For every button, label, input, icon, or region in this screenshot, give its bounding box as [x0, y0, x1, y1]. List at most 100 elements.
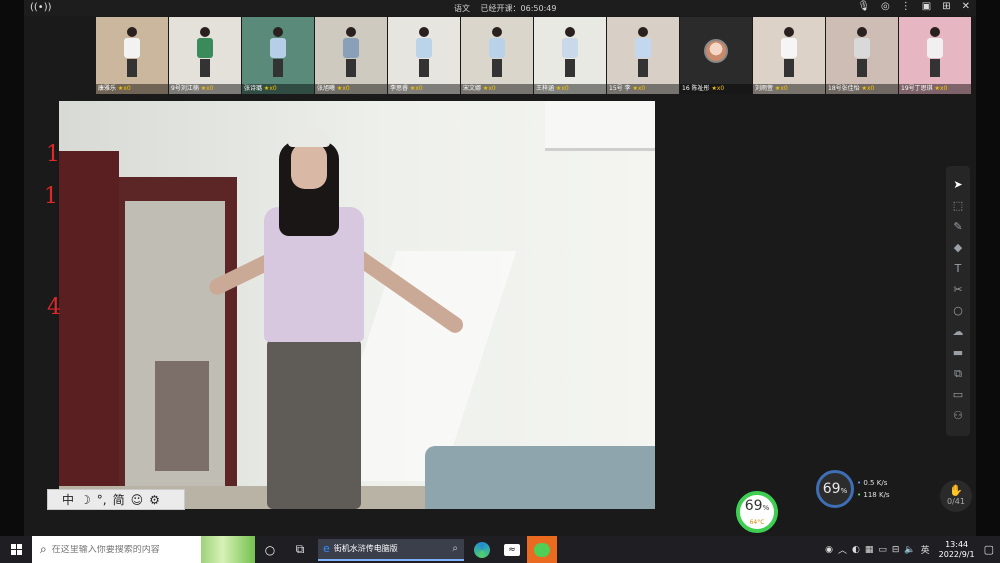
settings-icon[interactable]: ⚙ [149, 493, 160, 507]
ime-language[interactable]: 英 [921, 543, 930, 556]
star-icon: ★ [709, 85, 717, 92]
class-info: 语文 已经开课：06:50:49 [454, 3, 564, 14]
tray-color-icon[interactable]: ▦ [865, 545, 874, 555]
ime-punctuation[interactable]: °, [97, 493, 107, 507]
student-name-caption: 康雅乐 ★x0 [96, 84, 168, 94]
student-thumbnail[interactable]: 王梓涵 ★x0 [534, 17, 606, 94]
ime-toolbar[interactable]: 中 ☽ °, 简 ☺ ⚙ [47, 489, 185, 510]
eraser-icon[interactable]: ◆ [950, 239, 966, 257]
tray-chevron-icon[interactable]: ︿ [838, 543, 847, 556]
cloud-icon[interactable]: ☁ [950, 323, 966, 341]
wechat-pin[interactable] [527, 536, 557, 563]
raise-hand-button[interactable]: ✋ 0/41 [940, 480, 972, 512]
student-figure [416, 27, 432, 77]
student-thumbnail[interactable]: 李思睿 ★x0 [388, 17, 460, 94]
student-name-caption: 王梓涵 ★x0 [534, 84, 606, 94]
student-name-caption: 19号丁思琪 ★x0 [899, 84, 971, 94]
student-thumbnail[interactable]: 张旭曦 ★x0 [315, 17, 387, 94]
student-thumbnail[interactable]: 15号 李 ★x0 [607, 17, 679, 94]
screenshot-icon[interactable]: ⧉ [950, 365, 966, 383]
student-thumbnail[interactable]: 刘雨萱 ★x0 [753, 17, 825, 94]
notification-icon[interactable]: ▢ [984, 543, 994, 556]
taskbar-app-browser[interactable]: e 街机水浒传电脑版 ⌕ [318, 538, 464, 561]
search-input[interactable] [51, 544, 202, 555]
record-icon[interactable]: ▭ [950, 386, 966, 404]
star-icon: ★ [630, 85, 638, 92]
highlighter-icon[interactable]: ✎ [950, 218, 966, 236]
toolbox-icon[interactable]: ▬ [950, 344, 966, 362]
windows-taskbar: ⌕ ○ ⧉ e 街机水浒传电脑版 ⌕ ≈ ◉ ︿ ◐ ▦ ▭ ⊟ 🔈 英 13:… [0, 536, 1000, 563]
emoji-icon[interactable]: ☺ [131, 493, 144, 507]
close-icon[interactable]: ✕ [962, 1, 970, 12]
app-window: ((•)) 语文 已经开课：06:50:49 🎙 ◎ ⋮ ▣ ⊞ ✕ 康雅乐 ★… [0, 0, 1000, 563]
student-name: 宋文娜 [463, 85, 482, 92]
student-name-caption: 16 陈祉彤 ★x0 [680, 84, 752, 94]
classroom-app-pin[interactable]: ≈ [497, 536, 527, 563]
shape-icon[interactable]: ○ [950, 302, 966, 320]
student-thumbnail[interactable]: 9号刘江楠 ★x0 [169, 17, 241, 94]
cpu-gauge[interactable]: 69% 64°C [736, 491, 778, 533]
right-border [976, 0, 1000, 536]
drawing-toolbar: ➤ ⬚ ✎ ◆ T ✂ ○ ☁ ▬ ⧉ ▭ ⚇ [946, 166, 970, 436]
student-name-caption: 9号刘江楠 ★x0 [169, 84, 241, 94]
download-arrow-icon: • [857, 491, 862, 499]
student-figure [562, 27, 578, 77]
users-icon[interactable]: ⚇ [950, 407, 966, 425]
student-thumbnail[interactable]: 张诗璐 ★x0 [242, 17, 314, 94]
system-tray: ◉ ︿ ◐ ▦ ▭ ⊟ 🔈 英 13:44 2022/9/1 ▢ [825, 540, 1000, 560]
student-name-caption: 李思睿 ★x0 [388, 84, 460, 94]
tray-security-icon[interactable]: ◐ [852, 545, 860, 555]
student-figure [781, 27, 797, 77]
cortana-icon[interactable]: ○ [255, 536, 285, 563]
ime-simplified[interactable]: 简 [113, 491, 125, 508]
scissors-icon[interactable]: ✂ [950, 281, 966, 299]
taskbar-search[interactable]: ⌕ [32, 536, 255, 563]
student-name: 李思睿 [390, 85, 409, 92]
student-thumbnail[interactable]: 18号张佳怡 ★x0 [826, 17, 898, 94]
upload-unit: K/s [876, 479, 888, 487]
title-bar: ((•)) 语文 已经开课：06:50:49 🎙 ◎ ⋮ ▣ ⊞ ✕ [24, 0, 976, 16]
student-thumbnail[interactable]: 康雅乐 ★x0 [96, 17, 168, 94]
student-name: 张诗璐 [244, 85, 263, 92]
star-count: x0 [939, 85, 948, 92]
broadcast-icon[interactable]: ((•)) [30, 2, 52, 13]
select-icon[interactable]: ⬚ [950, 197, 966, 215]
star-count: x0 [123, 85, 131, 92]
task-view-icon[interactable]: ⧉ [285, 536, 315, 563]
student-thumbnail[interactable]: 宋文娜 ★x0 [461, 17, 533, 94]
video-shelf [155, 361, 209, 471]
grid-icon[interactable]: ⊞ [942, 1, 950, 12]
student-thumbnail[interactable]: 19号丁思琪 ★x0 [899, 17, 971, 94]
hand-icon: ✋ [949, 484, 963, 497]
student-figure [635, 27, 651, 77]
cursor-icon[interactable]: ➤ [950, 176, 966, 194]
left-border [0, 0, 24, 536]
subject-label: 语文 [454, 4, 470, 13]
volume-icon[interactable]: 🔈 [904, 545, 915, 555]
windows-logo-icon [10, 544, 22, 555]
wechat-icon [534, 542, 550, 557]
text-icon[interactable]: T [950, 260, 966, 278]
network-gauge-unit: % [840, 487, 848, 495]
search-decoration [201, 536, 255, 563]
network-stats: • 0.5 K/s • 118 K/s [857, 477, 890, 501]
student-name: 19号丁思琪 [901, 85, 933, 92]
raise-hand-count: 0/41 [947, 497, 965, 506]
more-icon[interactable]: ⋮ [901, 1, 911, 12]
network-icon[interactable]: ⊟ [892, 545, 900, 555]
tray-app-icon[interactable]: ◉ [825, 545, 833, 555]
star-count: x0 [866, 85, 875, 92]
student-thumbnail[interactable]: 16 陈祉彤 ★x0 [680, 17, 752, 94]
microphone-icon[interactable]: 🎙 [857, 1, 870, 12]
clock[interactable]: 13:44 2022/9/1 [939, 540, 975, 560]
speaker-icon[interactable]: ◎ [881, 1, 890, 12]
start-button[interactable] [0, 536, 32, 563]
moon-icon[interactable]: ☽ [80, 493, 91, 507]
ime-chinese-mode[interactable]: 中 [62, 491, 74, 508]
person-arm-right [346, 245, 467, 336]
camera-icon[interactable]: ▣ [922, 1, 931, 12]
star-count: x0 [342, 85, 350, 92]
battery-icon[interactable]: ▭ [878, 545, 887, 555]
edge-pin[interactable] [467, 536, 497, 563]
main-video-feed[interactable] [59, 101, 655, 509]
